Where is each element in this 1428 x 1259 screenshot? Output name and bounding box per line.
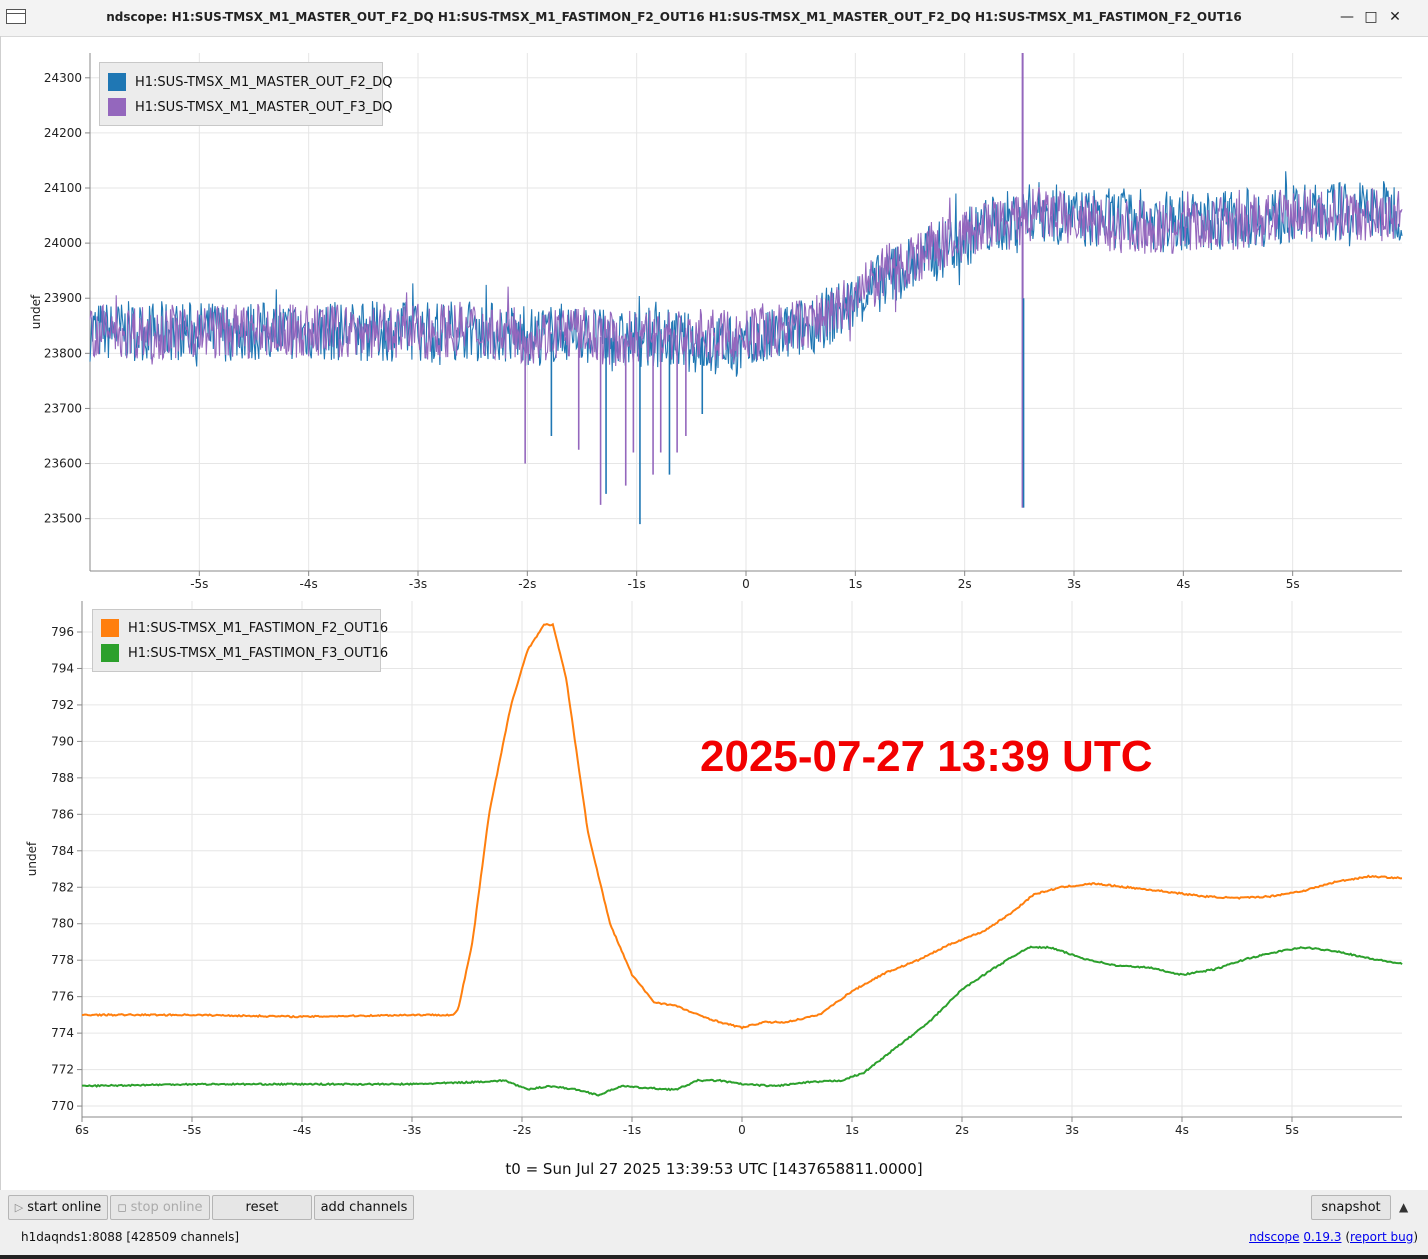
y-tick-label: 23500: [44, 512, 82, 526]
legend-label: H1:SUS-TMSX_M1_MASTER_OUT_F2_DQ: [135, 74, 393, 90]
t0-label: t0 = Sun Jul 27 2025 13:39:53 UTC [14376…: [505, 1160, 923, 1178]
legend-item: H1:SUS-TMSX_M1_MASTER_OUT_F3_DQ: [108, 97, 392, 117]
x-tick-label: -3s: [409, 577, 427, 591]
x-tick-label: 5s: [1285, 1123, 1299, 1137]
x-tick-label: 3s: [1067, 577, 1081, 591]
stop-online-button[interactable]: ◻ stop online: [110, 1195, 210, 1220]
snapshot-button[interactable]: snapshot: [1311, 1195, 1391, 1220]
version-link[interactable]: 0.19.3: [1303, 1230, 1341, 1244]
start-online-label: start online: [27, 1200, 102, 1215]
overlay-timestamp: 2025-07-27 13:39 UTC: [700, 732, 1153, 781]
x-tick-label: -5s: [183, 1123, 201, 1137]
legend-top: H1:SUS-TMSX_M1_MASTER_OUT_F2_DQ H1:SUS-T…: [99, 62, 392, 126]
y-tick-label: 788: [51, 771, 74, 785]
legend-label: H1:SUS-TMSX_M1_MASTER_OUT_F3_DQ: [135, 99, 393, 115]
y-tick-label: 780: [51, 917, 74, 931]
y-tick-label: 770: [51, 1099, 74, 1113]
x-tick-label: -1s: [628, 577, 646, 591]
y-tick-label: 782: [51, 880, 74, 894]
x-tick-label: -4s: [300, 577, 318, 591]
y-tick-label: 24200: [44, 126, 82, 140]
play-icon: ▷: [14, 1201, 24, 1214]
y-tick-label: 778: [51, 953, 74, 967]
x-tick-label: 5s: [1286, 577, 1300, 591]
stop-icon: ◻: [117, 1201, 127, 1214]
y-tick-label: 24300: [44, 71, 82, 85]
y-tick-label: 23700: [44, 401, 82, 415]
x-tick-label: -3s: [403, 1123, 421, 1137]
y-tick-label: 774: [51, 1026, 74, 1040]
x-tick-label: -1s: [623, 1123, 641, 1137]
x-tick-label: -2s: [513, 1123, 531, 1137]
legend-swatch: [108, 73, 126, 91]
y-tick-label: 772: [51, 1063, 74, 1077]
x-tick-label: 0: [742, 577, 750, 591]
toolbar: ▷ start online ◻ stop online reset add c…: [0, 1190, 1428, 1224]
maximize-icon[interactable]: □: [1362, 8, 1380, 26]
y-tick-label: 790: [51, 734, 74, 748]
add-channels-button[interactable]: add channels: [314, 1195, 414, 1220]
reset-button[interactable]: reset: [212, 1195, 312, 1220]
legend-swatch: [101, 619, 119, 637]
y-tick-label: 23600: [44, 457, 82, 471]
minimize-icon[interactable]: —: [1338, 8, 1356, 26]
y-tick-label: 792: [51, 698, 74, 712]
y-axis-label: undef: [29, 294, 43, 329]
legend-label: H1:SUS-TMSX_M1_FASTIMON_F3_OUT16: [128, 645, 389, 661]
window-bottom-edge: [0, 1255, 1428, 1259]
collapse-arrow-icon[interactable]: ▲: [1399, 1200, 1408, 1214]
x-tick-label: -2s: [518, 577, 536, 591]
legend-swatch: [101, 644, 119, 662]
report-bug-link[interactable]: report bug: [1350, 1230, 1413, 1244]
y-tick-label: 776: [51, 990, 74, 1004]
y-tick-label: 24000: [44, 236, 82, 250]
ndscope-link[interactable]: ndscope: [1249, 1230, 1299, 1244]
legend-item: H1:SUS-TMSX_M1_FASTIMON_F3_OUT16: [101, 643, 388, 663]
y-tick-label: 796: [51, 625, 74, 639]
stop-online-label: stop online: [130, 1200, 203, 1215]
version-info: ndscope 0.19.3 (report bug): [1249, 1230, 1418, 1244]
y-tick-label: 786: [51, 807, 74, 821]
y-tick-label: 784: [51, 844, 74, 858]
y-tick-label: 794: [51, 661, 74, 675]
y-axis-label: undef: [25, 841, 39, 876]
x-tick-label: 2s: [958, 577, 972, 591]
y-tick-label: 23900: [44, 291, 82, 305]
window-titlebar[interactable]: ndscope: H1:SUS-TMSX_M1_MASTER_OUT_F2_DQ…: [0, 0, 1428, 37]
x-tick-label: 6s: [75, 1123, 89, 1137]
legend-bottom: H1:SUS-TMSX_M1_FASTIMON_F2_OUT16 H1:SUS-…: [92, 609, 388, 672]
x-tick-label: 4s: [1175, 1123, 1189, 1137]
status-bar: h1daqnds1:8088 [428509 channels] ndscope…: [0, 1224, 1428, 1259]
server-status: h1daqnds1:8088 [428509 channels]: [21, 1230, 240, 1244]
window-title: ndscope: H1:SUS-TMSX_M1_MASTER_OUT_F2_DQ…: [106, 10, 1242, 24]
close-icon[interactable]: ✕: [1386, 8, 1404, 26]
x-tick-label: 1s: [845, 1123, 859, 1137]
legend-item: H1:SUS-TMSX_M1_FASTIMON_F2_OUT16: [101, 618, 388, 638]
plot-bottom[interactable]: 6s -5s -4s -3s -2s -1s 0 1s 2s 3s 4s 5s 770 772 774 776…: [0, 596, 1428, 1156]
legend-swatch: [108, 98, 126, 116]
y-tick-label: 23800: [44, 346, 82, 360]
start-online-button[interactable]: ▷ start online: [8, 1195, 108, 1220]
legend-label: H1:SUS-TMSX_M1_FASTIMON_F2_OUT16: [128, 620, 389, 636]
x-tick-label: 1s: [848, 577, 862, 591]
legend-item: H1:SUS-TMSX_M1_MASTER_OUT_F2_DQ: [108, 72, 392, 92]
x-tick-label: -4s: [293, 1123, 311, 1137]
x-tick-label: 4s: [1176, 577, 1190, 591]
x-tick-label: 0: [738, 1123, 746, 1137]
y-tick-label: 24100: [44, 181, 82, 195]
x-tick-label: 3s: [1065, 1123, 1079, 1137]
x-tick-label: 2s: [955, 1123, 969, 1137]
window-icon[interactable]: [6, 9, 26, 24]
x-tick-label: -5s: [190, 577, 208, 591]
